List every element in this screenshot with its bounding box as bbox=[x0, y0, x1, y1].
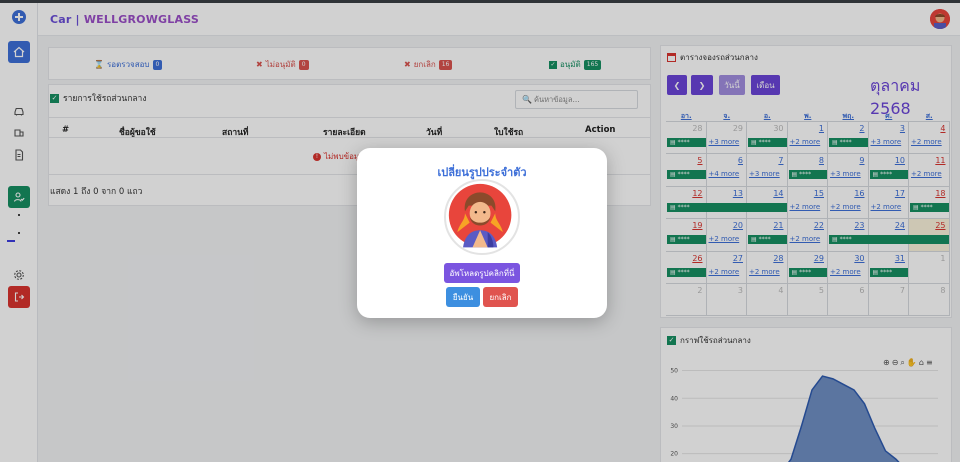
upload-avatar-button[interactable]: อัพโหลดรูปคลิกที่นี่ bbox=[444, 263, 520, 283]
avatar-image bbox=[448, 183, 512, 248]
confirm-button[interactable]: ยืนยัน bbox=[446, 287, 480, 307]
change-avatar-modal: เปลี่ยนรูปประจำตัว อัพโหลดรูปคลิกที่นี่ … bbox=[357, 148, 607, 318]
cancel-button[interactable]: ยกเลิก bbox=[483, 287, 518, 307]
avatar-preview bbox=[444, 179, 520, 255]
